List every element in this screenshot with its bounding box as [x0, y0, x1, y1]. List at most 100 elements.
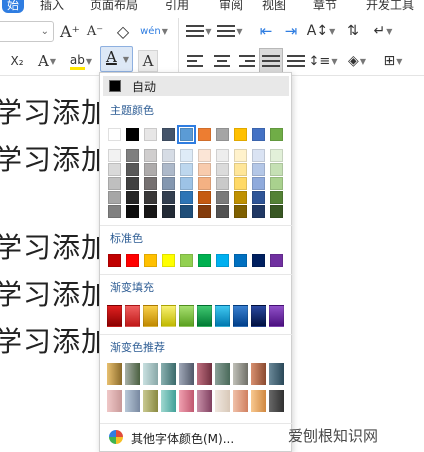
theme-color-swatch[interactable]	[108, 128, 121, 141]
align-left-button[interactable]	[186, 50, 206, 72]
font-size-select[interactable]: ⌄	[0, 21, 54, 42]
theme-color-swatch[interactable]	[252, 128, 265, 141]
recommended-gradient-swatch[interactable]	[215, 390, 230, 412]
gradient-fill-swatch[interactable]	[161, 305, 176, 327]
text-effect-button[interactable]: A ▼	[34, 50, 60, 72]
theme-shade-swatch[interactable]	[144, 205, 157, 218]
theme-shade-swatch[interactable]	[180, 163, 193, 176]
recommended-gradient-swatch[interactable]	[107, 390, 122, 412]
theme-shade-swatch[interactable]	[252, 191, 265, 204]
recommended-gradient-swatch[interactable]	[179, 363, 194, 385]
decrease-indent-button[interactable]: ⇤	[256, 20, 276, 42]
theme-shade-swatch[interactable]	[108, 149, 121, 162]
gradient-fill-swatch[interactable]	[233, 305, 248, 327]
char-shading-button[interactable]: A	[138, 50, 158, 72]
theme-shade-swatch[interactable]	[162, 163, 175, 176]
theme-shade-swatch[interactable]	[144, 163, 157, 176]
show-marks-button[interactable]: ↵ ▼	[372, 20, 394, 42]
theme-shade-swatch[interactable]	[162, 149, 175, 162]
gradient-fill-swatch[interactable]	[197, 305, 212, 327]
text-direction-button[interactable]: A↕ ▼	[307, 20, 335, 42]
theme-shade-swatch[interactable]	[108, 177, 121, 190]
theme-shade-swatch[interactable]	[234, 191, 247, 204]
more-font-colors-option[interactable]: 其他字体颜色(M)...	[100, 425, 291, 451]
recommended-gradient-swatch[interactable]	[143, 363, 158, 385]
theme-shade-swatch[interactable]	[216, 205, 229, 218]
gradient-fill-swatch[interactable]	[269, 305, 284, 327]
theme-shade-swatch[interactable]	[198, 149, 211, 162]
sort-button[interactable]: ⇅	[342, 20, 364, 42]
standard-color-swatch[interactable]	[234, 254, 247, 267]
gradient-fill-swatch[interactable]	[125, 305, 140, 327]
gradient-fill-swatch[interactable]	[107, 305, 122, 327]
recommended-gradient-swatch[interactable]	[215, 363, 230, 385]
document-line[interactable]: 学习添加	[0, 320, 110, 360]
standard-color-swatch[interactable]	[270, 254, 283, 267]
borders-button[interactable]: ⊞ ▼	[380, 50, 406, 72]
theme-shade-swatch[interactable]	[270, 163, 283, 176]
standard-color-swatch[interactable]	[252, 254, 265, 267]
gradient-fill-swatch[interactable]	[143, 305, 158, 327]
grow-font-button[interactable]: A⁺	[60, 20, 80, 42]
theme-shade-swatch[interactable]	[108, 191, 121, 204]
line-spacing-button[interactable]: ↕≡ ▼	[309, 50, 338, 72]
menu-tab-sections[interactable]: 章节	[313, 0, 337, 13]
recommended-gradient-swatch[interactable]	[125, 363, 140, 385]
shrink-font-button[interactable]: A⁻	[85, 20, 105, 42]
theme-shade-swatch[interactable]	[234, 163, 247, 176]
standard-color-swatch[interactable]	[180, 254, 193, 267]
standard-color-swatch[interactable]	[144, 254, 157, 267]
theme-shade-swatch[interactable]	[198, 191, 211, 204]
recommended-gradient-swatch[interactable]	[107, 363, 122, 385]
theme-shade-swatch[interactable]	[270, 177, 283, 190]
theme-shade-swatch[interactable]	[216, 191, 229, 204]
theme-shade-swatch[interactable]	[252, 177, 265, 190]
recommended-gradient-swatch[interactable]	[197, 363, 212, 385]
theme-shade-swatch[interactable]	[198, 205, 211, 218]
theme-color-swatch[interactable]	[162, 128, 175, 141]
theme-shade-swatch[interactable]	[144, 177, 157, 190]
justify-button[interactable]	[259, 48, 283, 74]
theme-shade-swatch[interactable]	[144, 149, 157, 162]
theme-shade-swatch[interactable]	[126, 191, 139, 204]
recommended-gradient-swatch[interactable]	[161, 363, 176, 385]
theme-color-swatch[interactable]	[144, 128, 157, 141]
gradient-fill-swatch[interactable]	[215, 305, 230, 327]
menu-tab-view[interactable]: 视图	[262, 0, 286, 13]
theme-shade-swatch[interactable]	[108, 163, 121, 176]
theme-color-swatch[interactable]	[216, 128, 229, 141]
theme-shade-swatch[interactable]	[234, 177, 247, 190]
theme-shade-swatch[interactable]	[234, 149, 247, 162]
theme-shade-swatch[interactable]	[216, 177, 229, 190]
theme-shade-swatch[interactable]	[234, 205, 247, 218]
chevron-down-icon[interactable]: ▼	[123, 55, 129, 64]
align-right-button[interactable]	[236, 50, 256, 72]
theme-shade-swatch[interactable]	[198, 177, 211, 190]
theme-shade-swatch[interactable]	[108, 205, 121, 218]
bullets-button[interactable]: ▼	[186, 20, 212, 42]
theme-shade-swatch[interactable]	[180, 177, 193, 190]
recommended-gradient-swatch[interactable]	[197, 390, 212, 412]
standard-color-swatch[interactable]	[108, 254, 121, 267]
theme-color-swatch[interactable]	[126, 128, 139, 141]
clear-format-button[interactable]: ◇	[113, 20, 133, 42]
document-line[interactable]: 学习添加	[0, 91, 110, 131]
theme-shade-swatch[interactable]	[198, 163, 211, 176]
recommended-gradient-swatch[interactable]	[251, 390, 266, 412]
theme-color-swatch[interactable]	[270, 128, 283, 141]
theme-shade-swatch[interactable]	[126, 163, 139, 176]
highlight-button[interactable]: ab ▼	[66, 50, 96, 72]
theme-shade-swatch[interactable]	[180, 191, 193, 204]
recommended-gradient-swatch[interactable]	[269, 363, 284, 385]
theme-shade-swatch[interactable]	[126, 205, 139, 218]
theme-shade-swatch[interactable]	[126, 149, 139, 162]
document-line[interactable]: 学习添加	[0, 226, 110, 266]
theme-shade-swatch[interactable]	[144, 191, 157, 204]
recommended-gradient-swatch[interactable]	[233, 363, 248, 385]
menu-tab-developer[interactable]: 开发工具	[366, 0, 414, 13]
theme-shade-swatch[interactable]	[180, 205, 193, 218]
theme-shade-swatch[interactable]	[180, 149, 193, 162]
menu-tab-start[interactable]: 始	[2, 0, 25, 13]
recommended-gradient-swatch[interactable]	[269, 390, 284, 412]
standard-color-swatch[interactable]	[198, 254, 211, 267]
